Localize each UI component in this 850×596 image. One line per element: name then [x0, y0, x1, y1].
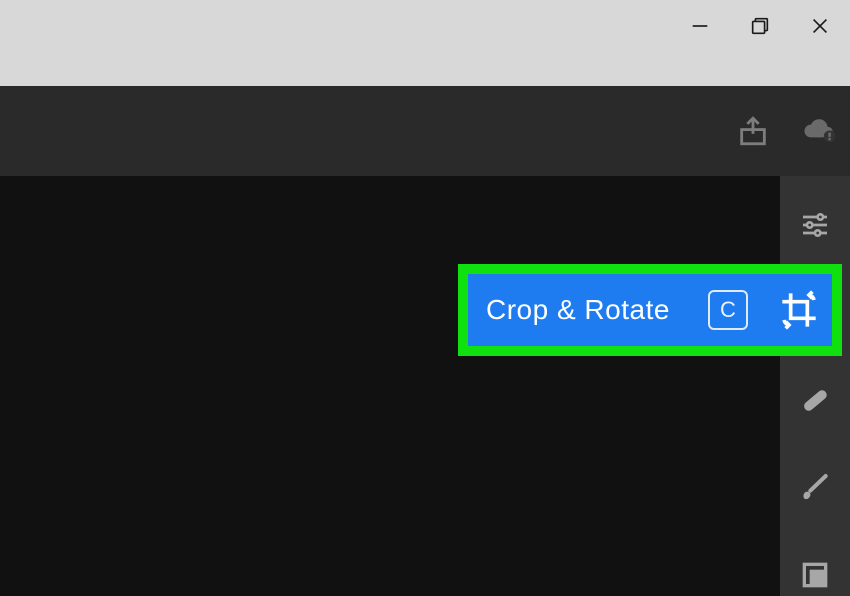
sliders-icon	[799, 209, 831, 241]
window-titlebar	[0, 0, 850, 86]
presets-icon	[799, 559, 831, 591]
image-canvas[interactable]	[0, 176, 780, 596]
crop-rotate-tool[interactable]	[766, 274, 832, 346]
close-icon	[809, 15, 831, 37]
crop-rotate-shortcut: C	[708, 290, 748, 330]
brush-tool[interactable]	[793, 467, 837, 509]
adjust-tool[interactable]	[793, 204, 837, 246]
crop-rotate-label: Crop & Rotate	[486, 294, 670, 326]
maximize-icon	[749, 15, 771, 37]
heal-tool[interactable]	[793, 379, 837, 421]
minimize-button[interactable]	[670, 6, 730, 46]
bandage-icon	[799, 384, 831, 416]
crop-rotate-highlight: Crop & Rotate C	[458, 264, 842, 356]
cloud-status-icon	[802, 114, 836, 148]
minimize-icon	[689, 15, 711, 37]
close-button[interactable]	[790, 6, 850, 46]
presets-tool[interactable]	[793, 554, 837, 596]
tool-sidebar	[780, 176, 850, 596]
cloud-status-button[interactable]	[800, 112, 838, 150]
share-button[interactable]	[734, 112, 772, 150]
share-icon	[736, 114, 770, 148]
crop-rotate-tooltip[interactable]: Crop & Rotate C	[468, 274, 766, 346]
crop-rotate-icon	[779, 290, 819, 330]
brush-icon	[799, 472, 831, 504]
app-top-bar	[0, 86, 850, 176]
maximize-button[interactable]	[730, 6, 790, 46]
